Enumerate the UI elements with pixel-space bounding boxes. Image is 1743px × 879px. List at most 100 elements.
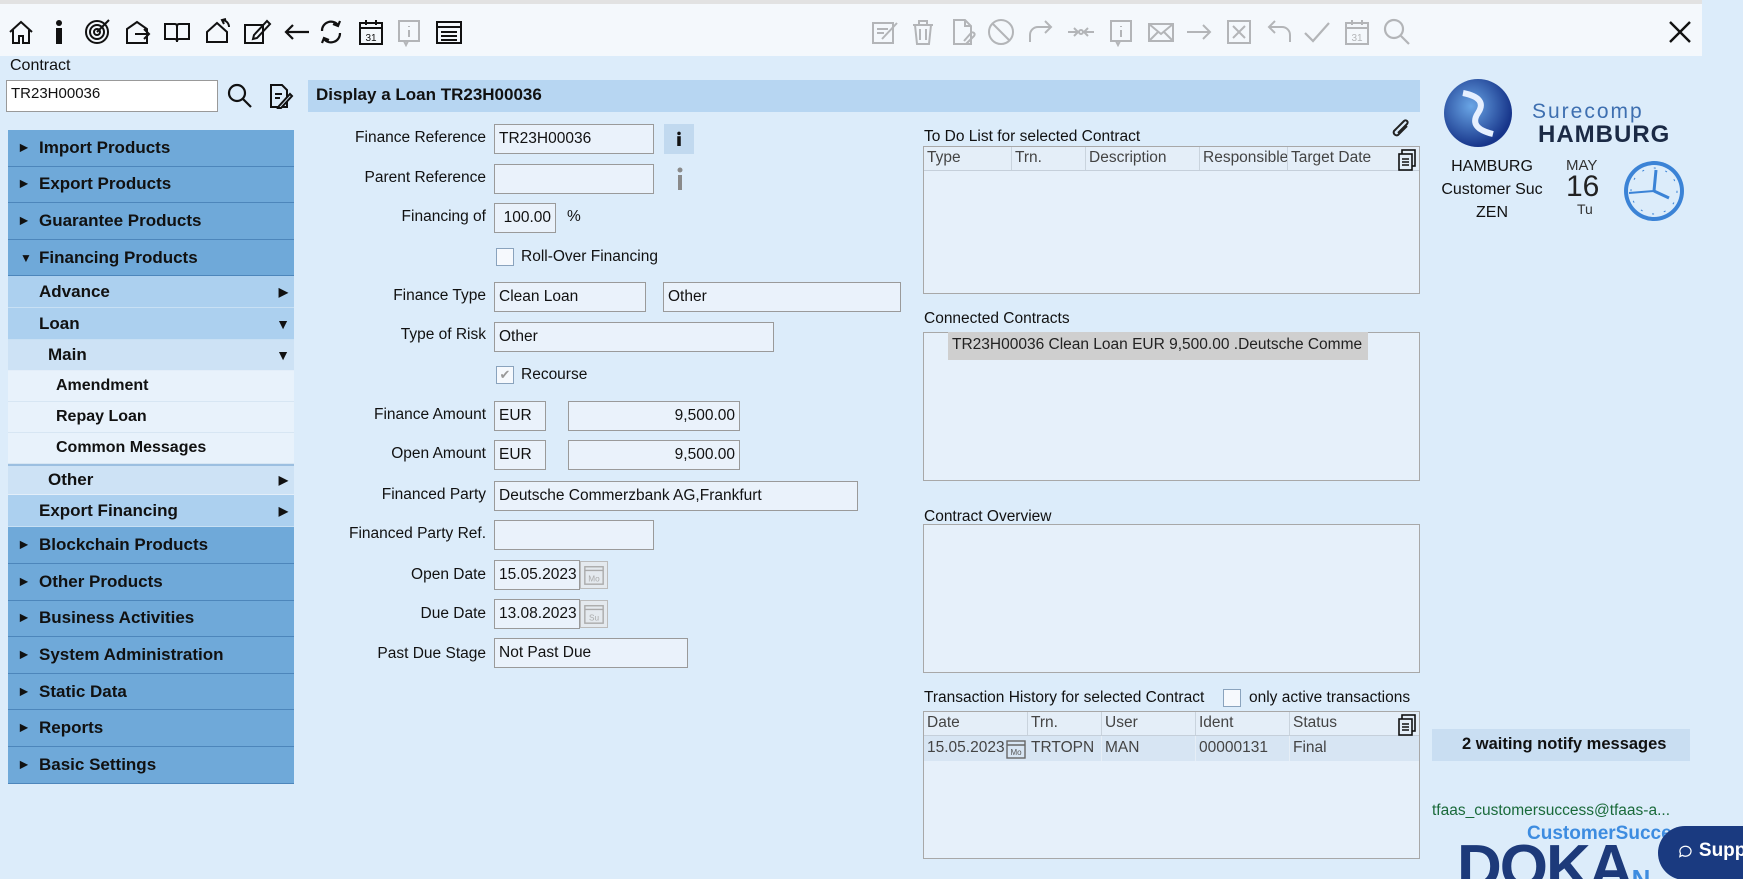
calendar-icon[interactable]: Su xyxy=(580,600,608,628)
nav-other-products[interactable]: ▶ Other Products xyxy=(8,563,294,601)
main-toolbar: 31 31 xyxy=(0,0,1702,56)
support-button[interactable]: Suppo xyxy=(1658,826,1743,879)
nav-blockchain-products[interactable]: ▶ Blockchain Products xyxy=(8,527,294,564)
home-icon[interactable] xyxy=(4,14,38,50)
info-icon[interactable] xyxy=(664,124,694,154)
block-icon xyxy=(984,14,1018,50)
nav-label: Main xyxy=(48,345,87,365)
note-edit-icon[interactable] xyxy=(266,82,294,110)
rollover-checkbox[interactable] xyxy=(496,248,514,266)
copy-icon[interactable] xyxy=(1397,714,1417,736)
financed-party-ref-field[interactable] xyxy=(494,520,654,550)
recourse-checkbox[interactable]: ✔ xyxy=(496,366,514,384)
past-due-stage-field[interactable]: Not Past Due xyxy=(494,638,688,668)
search-icon[interactable] xyxy=(226,82,254,110)
nav-guarantee-products[interactable]: ▶ Guarantee Products xyxy=(8,203,294,240)
parent-reference-field[interactable] xyxy=(494,164,654,194)
svg-text:Mo: Mo xyxy=(1010,748,1022,757)
nav-label: Common Messages xyxy=(56,439,207,457)
column-header[interactable]: Description xyxy=(1086,147,1200,170)
financing-of-field[interactable]: 100.00 xyxy=(494,203,556,233)
info-icon[interactable] xyxy=(42,14,76,50)
history-trn: TRTOPN xyxy=(1028,736,1102,761)
nav-label: System Administration xyxy=(39,644,224,664)
location-city: HAMBURG xyxy=(1451,158,1533,175)
due-date-field[interactable]: 13.08.2023 xyxy=(494,599,580,629)
nav-main[interactable]: Main ▼ xyxy=(8,340,294,372)
calendar-icon[interactable]: 31 xyxy=(354,14,388,50)
nav-label: Advance xyxy=(39,281,110,301)
nav-other[interactable]: Other ▶ xyxy=(8,464,294,496)
open-amount-currency[interactable]: EUR xyxy=(494,440,546,470)
nav-label: Basic Settings xyxy=(39,754,157,774)
nav-label: Guarantee Products xyxy=(39,210,202,230)
nav-label: Export Products xyxy=(39,174,172,194)
copy-icon[interactable] xyxy=(1397,149,1417,171)
book-icon[interactable] xyxy=(160,14,194,50)
calendar-icon[interactable]: Mo xyxy=(580,561,608,589)
finance-type-desc-field[interactable]: Other xyxy=(663,282,901,312)
route-icon[interactable] xyxy=(200,14,234,50)
transaction-history-table[interactable]: Date Trn. User Ident Status 15.05.2023 M… xyxy=(923,711,1420,859)
nav-system-administration[interactable]: ▶ System Administration xyxy=(8,637,294,674)
calendar-small-icon: 31 xyxy=(1340,14,1374,50)
column-header[interactable]: Status xyxy=(1290,712,1390,735)
back-arrow-icon[interactable] xyxy=(280,14,314,50)
list-item[interactable]: TR23H00036 Clean Loan EUR 9,500.00 .Deut… xyxy=(948,332,1368,360)
paperclip-icon[interactable] xyxy=(1387,116,1413,142)
nav-label: Loan xyxy=(39,313,80,333)
past-due-stage-label: Past Due Stage xyxy=(377,645,486,662)
contract-input[interactable]: TR23H00036 xyxy=(6,80,218,112)
column-header[interactable]: Trn. xyxy=(1012,147,1086,170)
column-header[interactable]: Ident xyxy=(1196,712,1290,735)
caret-right-icon: ▶ xyxy=(20,722,28,734)
edit-icon[interactable] xyxy=(240,14,274,50)
list-icon[interactable] xyxy=(432,14,466,50)
open-amount-field[interactable]: 9,500.00 xyxy=(568,440,740,470)
table-header: Type Trn. Description Responsible Target… xyxy=(924,147,1419,171)
column-header[interactable]: Target Date xyxy=(1288,147,1398,170)
column-header[interactable]: Trn. xyxy=(1028,712,1102,735)
column-header[interactable]: Date xyxy=(924,712,1028,735)
column-header[interactable]: Responsible xyxy=(1200,147,1288,170)
close-icon[interactable] xyxy=(1662,14,1698,50)
column-header[interactable]: Type xyxy=(924,147,1012,170)
nav-common-messages[interactable]: Common Messages xyxy=(8,433,294,465)
calendar-icon[interactable]: Mo xyxy=(1006,736,1028,761)
export-icon[interactable] xyxy=(120,14,154,50)
refresh-icon[interactable] xyxy=(314,14,348,50)
nav-loan[interactable]: Loan ▼ xyxy=(8,308,294,341)
history-date: 15.05.2023 xyxy=(927,739,1005,756)
check-icon xyxy=(1300,14,1334,50)
nav-export-financing[interactable]: Export Financing ▶ xyxy=(8,495,294,528)
user-email: tfaas_customersuccess@tfaas-a... xyxy=(1432,802,1670,819)
todo-list-table[interactable]: Type Trn. Description Responsible Target… xyxy=(923,146,1420,294)
column-header[interactable]: User xyxy=(1102,712,1196,735)
nav-basic-settings[interactable]: ▶ Basic Settings xyxy=(8,746,294,784)
nav-advance[interactable]: Advance ▶ xyxy=(8,276,294,309)
open-date-field[interactable]: 15.05.2023 xyxy=(494,560,580,590)
finance-reference-field[interactable]: TR23H00036 xyxy=(494,124,654,154)
finance-amount-currency[interactable]: EUR xyxy=(494,401,546,431)
nav-business-activities[interactable]: ▶ Business Activities xyxy=(8,600,294,638)
nav-reports[interactable]: ▶ Reports xyxy=(8,710,294,747)
type-of-risk-field[interactable]: Other xyxy=(494,322,774,352)
nav-amendment[interactable]: Amendment xyxy=(8,371,294,403)
nav-financing-products[interactable]: ▼ Financing Products xyxy=(8,239,294,277)
target-icon[interactable] xyxy=(80,14,114,50)
finance-amount-field[interactable]: 9,500.00 xyxy=(568,401,740,431)
finance-type-field[interactable]: Clean Loan xyxy=(494,282,646,312)
caret-right-icon: ▶ xyxy=(20,215,28,227)
nav-static-data[interactable]: ▶ Static Data xyxy=(8,673,294,711)
financed-party-field[interactable]: Deutsche Commerzbank AG,Frankfurt xyxy=(494,481,858,511)
type-of-risk-label: Type of Risk xyxy=(400,326,486,343)
connected-contracts-list[interactable]: TR23H00036 Clean Loan EUR 9,500.00 .Deut… xyxy=(923,332,1420,481)
nav-repay-loan[interactable]: Repay Loan xyxy=(8,402,294,434)
todo-list-label: To Do List for selected Contract xyxy=(924,128,1141,145)
notify-messages[interactable]: 2 waiting notify messages xyxy=(1432,729,1690,761)
table-row[interactable]: 15.05.2023 Mo TRTOPN MAN 00000131 Final xyxy=(924,736,1419,761)
only-active-checkbox[interactable] xyxy=(1223,689,1241,707)
nav-import-products[interactable]: ▶ Import Products xyxy=(8,130,294,167)
open-amount-label: Open Amount xyxy=(391,445,486,462)
nav-export-products[interactable]: ▶ Export Products xyxy=(8,166,294,204)
